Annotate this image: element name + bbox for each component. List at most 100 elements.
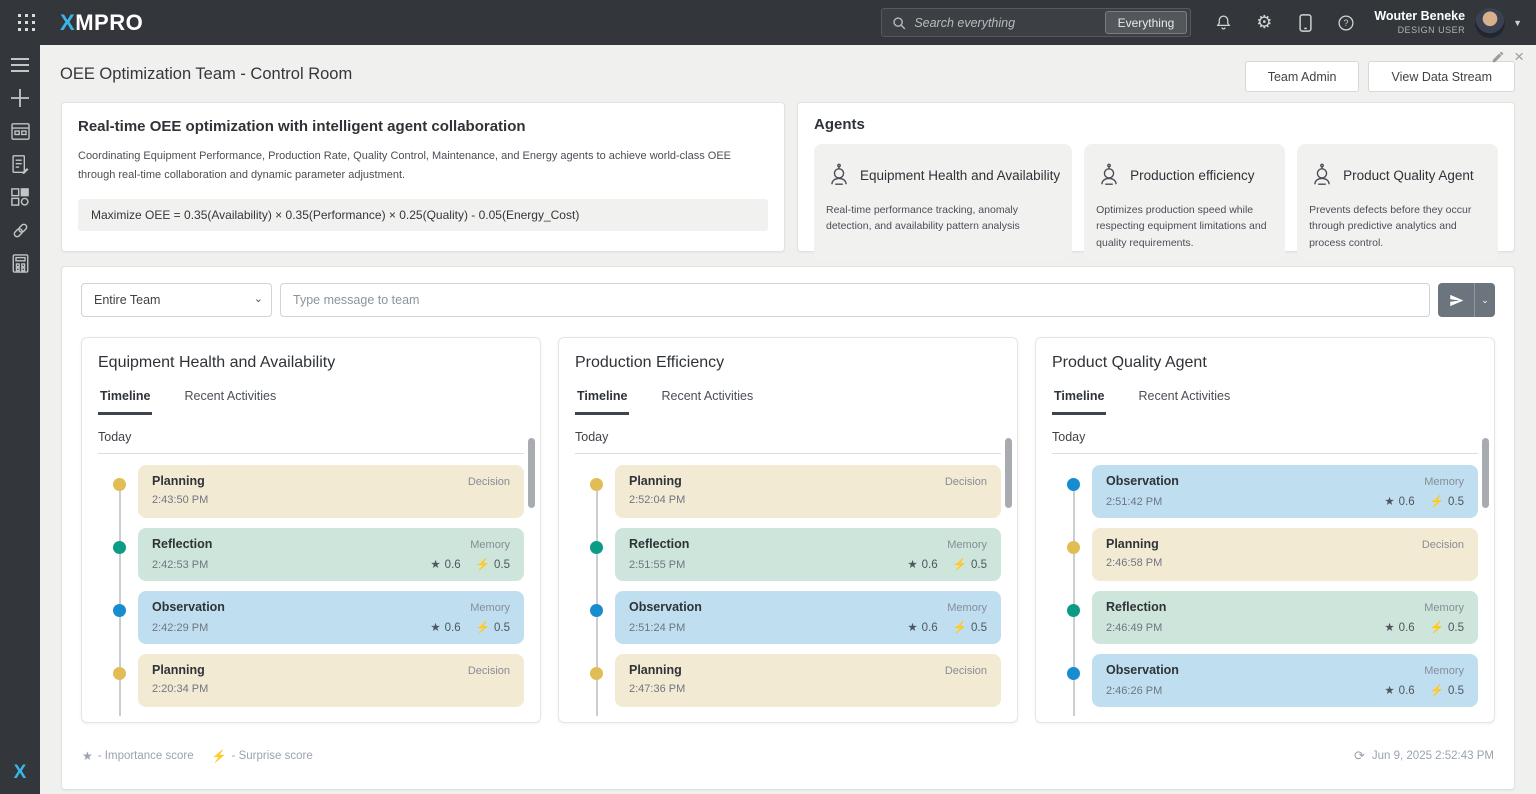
search-icon xyxy=(892,16,906,30)
link-icon[interactable] xyxy=(9,219,31,241)
user-caret-icon[interactable]: ▼ xyxy=(1513,18,1522,28)
message-input[interactable] xyxy=(280,283,1430,317)
send-button[interactable] xyxy=(1438,283,1474,317)
mobile-device-icon[interactable] xyxy=(1295,13,1315,33)
sidebar-x-logo[interactable]: X xyxy=(0,762,40,784)
tab-recent-activities[interactable]: Recent Activities xyxy=(659,389,755,415)
last-updated-timestamp: Jun 9, 2025 2:52:43 PM xyxy=(1372,750,1494,762)
page-header: OEE Optimization Team - Control Room Tea… xyxy=(40,45,1536,102)
avatar[interactable] xyxy=(1475,8,1505,38)
timeline-entry: Observation Memory 2:51:42 PM ★ 0.6 ⚡ 0.… xyxy=(1052,465,1478,518)
timeline-dot xyxy=(1067,667,1080,680)
menu-icon[interactable] xyxy=(9,54,31,76)
event-card[interactable]: Observation Memory 2:46:26 PM ★ 0.6 ⚡ 0.… xyxy=(1092,654,1478,707)
importance-score: 0.6 xyxy=(1399,622,1415,634)
column-tabs: Timeline Recent Activities xyxy=(575,389,1001,415)
edit-pencil-icon[interactable] xyxy=(1491,50,1505,64)
user-name: Wouter Beneke xyxy=(1374,9,1465,25)
top-bar: XMPRO Everything ⚙ ? Wouter Beneke DESIG… xyxy=(0,0,1536,45)
column-scrollbar[interactable] xyxy=(1482,438,1489,508)
timeline-dot xyxy=(590,541,603,554)
tab-timeline[interactable]: Timeline xyxy=(1052,389,1106,415)
star-icon: ★ xyxy=(907,620,917,634)
event-card[interactable]: Observation Memory 2:42:29 PM ★ 0.6 ⚡ 0.… xyxy=(138,591,524,644)
event-time: 2:51:24 PM xyxy=(629,622,685,634)
star-icon: ★ xyxy=(1384,494,1394,508)
star-icon: ★ xyxy=(1384,683,1394,697)
help-icon[interactable]: ? xyxy=(1336,13,1356,33)
timeline-group-label: Today xyxy=(1052,430,1478,454)
star-icon: ★ xyxy=(907,557,917,571)
tab-recent-activities[interactable]: Recent Activities xyxy=(1136,389,1232,415)
form-icon[interactable] xyxy=(9,153,31,175)
tab-recent-activities[interactable]: Recent Activities xyxy=(182,389,278,415)
user-menu[interactable]: Wouter Beneke DESIGN USER xyxy=(1374,9,1465,36)
overview-card: Real-time OEE optimization with intellig… xyxy=(61,102,785,252)
event-card[interactable]: Observation Memory 2:51:24 PM ★ 0.6 ⚡ 0.… xyxy=(615,591,1001,644)
global-search: Everything xyxy=(881,8,1191,37)
agent-column-title: Equipment Health and Availability xyxy=(98,354,524,372)
surprise-score: 0.5 xyxy=(494,622,510,634)
importance-score: 0.6 xyxy=(1399,685,1415,697)
bolt-icon: ⚡ xyxy=(476,620,490,634)
timeline-dot xyxy=(1067,541,1080,554)
event-scores: ★ 0.6 ⚡ 0.5 xyxy=(1384,494,1464,508)
score-legend: ★ - Importance score ⚡ - Surprise score xyxy=(82,749,313,763)
settings-gear-icon[interactable]: ⚙ xyxy=(1254,13,1274,33)
timeline-dot xyxy=(590,667,603,680)
column-scrollbar[interactable] xyxy=(1005,438,1012,508)
bolt-icon: ⚡ xyxy=(212,749,227,763)
event-card[interactable]: Planning Decision 2:47:36 PM ★ ⚡ xyxy=(615,654,1001,707)
close-icon[interactable]: × xyxy=(1514,50,1524,64)
tab-timeline[interactable]: Timeline xyxy=(575,389,629,415)
timeline-entry: Reflection Memory 2:42:53 PM ★ 0.6 ⚡ 0.5 xyxy=(98,528,524,581)
page-title: OEE Optimization Team - Control Room xyxy=(60,65,352,84)
event-time: 2:46:58 PM xyxy=(1106,557,1162,569)
event-time: 2:43:50 PM xyxy=(152,494,208,506)
team-admin-button[interactable]: Team Admin xyxy=(1245,61,1360,92)
add-icon[interactable] xyxy=(9,87,31,109)
calculator-icon[interactable] xyxy=(9,252,31,274)
event-card[interactable]: Reflection Memory 2:42:53 PM ★ 0.6 ⚡ 0.5 xyxy=(138,528,524,581)
event-card[interactable]: Planning Decision 2:46:58 PM ★ ⚡ xyxy=(1092,528,1478,581)
overview-title: Real-time OEE optimization with intellig… xyxy=(78,118,768,135)
xmpro-logo[interactable]: XMPRO xyxy=(60,10,143,36)
importance-score: 0.6 xyxy=(445,559,461,571)
event-card[interactable]: Reflection Memory 2:51:55 PM ★ 0.6 ⚡ 0.5 xyxy=(615,528,1001,581)
agent-tile[interactable]: Production efficiency Optimizes producti… xyxy=(1084,144,1285,261)
timeline-entry: Reflection Memory 2:51:55 PM ★ 0.6 ⚡ 0.5 xyxy=(575,528,1001,581)
apps-grid-icon[interactable] xyxy=(14,11,38,35)
star-icon: ★ xyxy=(430,557,440,571)
timeline-entry: Observation Memory 2:51:24 PM ★ 0.6 ⚡ 0.… xyxy=(575,591,1001,644)
timeline-dot xyxy=(113,541,126,554)
robot-agent-icon xyxy=(1309,162,1335,188)
surprise-score: 0.5 xyxy=(494,559,510,571)
dashboard-icon[interactable] xyxy=(9,120,31,142)
star-icon: ★ xyxy=(1384,620,1394,634)
tab-timeline[interactable]: Timeline xyxy=(98,389,152,415)
column-scrollbar[interactable] xyxy=(528,438,535,508)
event-time: 2:42:29 PM xyxy=(152,622,208,634)
event-card[interactable]: Planning Decision 2:20:34 PM ★ ⚡ xyxy=(138,654,524,707)
timeline-group-label: Today xyxy=(98,430,524,454)
refresh-icon[interactable]: ⟳ xyxy=(1354,748,1365,764)
view-data-stream-button[interactable]: View Data Stream xyxy=(1368,61,1515,92)
timeline-group-label: Today xyxy=(575,430,1001,454)
last-updated[interactable]: ⟳ Jun 9, 2025 2:52:43 PM xyxy=(1354,748,1494,764)
event-card[interactable]: Planning Decision 2:43:50 PM ★ ⚡ xyxy=(138,465,524,518)
agent-tile[interactable]: Equipment Health and Availability Real-t… xyxy=(814,144,1072,261)
user-role: DESIGN USER xyxy=(1374,25,1465,36)
event-card[interactable]: Observation Memory 2:51:42 PM ★ 0.6 ⚡ 0.… xyxy=(1092,465,1478,518)
event-card[interactable]: Reflection Memory 2:46:49 PM ★ 0.6 ⚡ 0.5 xyxy=(1092,591,1478,644)
agent-tile[interactable]: Product Quality Agent Prevents defects b… xyxy=(1297,144,1498,261)
recipient-select[interactable]: Entire Team xyxy=(81,283,272,317)
bolt-icon: ⚡ xyxy=(1430,494,1444,508)
event-card[interactable]: Planning Decision 2:52:04 PM ★ ⚡ xyxy=(615,465,1001,518)
event-time: 2:47:36 PM xyxy=(629,683,685,695)
blocks-icon[interactable] xyxy=(9,186,31,208)
search-scope-button[interactable]: Everything xyxy=(1105,11,1188,34)
send-options-caret[interactable]: ⌄ xyxy=(1474,283,1495,317)
event-time: 2:20:34 PM xyxy=(152,683,208,695)
search-input[interactable] xyxy=(914,16,1096,30)
notifications-bell-icon[interactable] xyxy=(1213,13,1233,33)
